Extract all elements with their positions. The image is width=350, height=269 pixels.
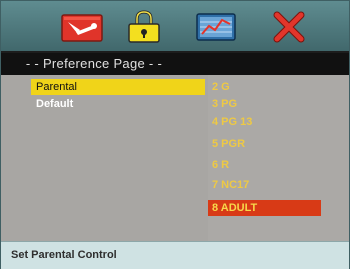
parental-lock-icon[interactable]	[122, 10, 166, 44]
settings-menu: Parental Default	[1, 75, 205, 241]
rating-option-2-g[interactable]: 2 G	[208, 79, 321, 95]
rating-option-8-adult[interactable]: 8 ADULT	[208, 200, 321, 216]
status-bar: Set Parental Control	[1, 241, 349, 269]
status-text: Set Parental Control	[11, 249, 117, 261]
menu-item-default[interactable]: Default	[31, 96, 205, 112]
preference-page-icon[interactable]	[194, 10, 238, 44]
rating-option-6-r[interactable]: 6 R	[208, 157, 321, 173]
system-setup-icon[interactable]	[60, 10, 104, 44]
exit-icon[interactable]	[267, 10, 311, 44]
menu-item-parental[interactable]: Parental	[31, 79, 205, 95]
rating-options-list: 2 G 3 PG 4 PG 13 5 PGR 6 R 7 NC17 8 ADUL…	[208, 75, 349, 241]
page-title: - - Preference Page - -	[25, 56, 163, 71]
rating-option-3-pg[interactable]: 3 PG	[208, 96, 321, 112]
rating-option-4-pg13[interactable]: 4 PG 13	[208, 114, 321, 130]
dvd-setup-screen: - - Preference Page - - Parental Default…	[0, 0, 350, 269]
page-title-bar: - - Preference Page - -	[1, 51, 349, 75]
rating-option-5-pgr[interactable]: 5 PGR	[208, 136, 321, 152]
setup-icon-bar	[1, 1, 349, 51]
rating-option-7-nc17[interactable]: 7 NC17	[208, 177, 321, 193]
